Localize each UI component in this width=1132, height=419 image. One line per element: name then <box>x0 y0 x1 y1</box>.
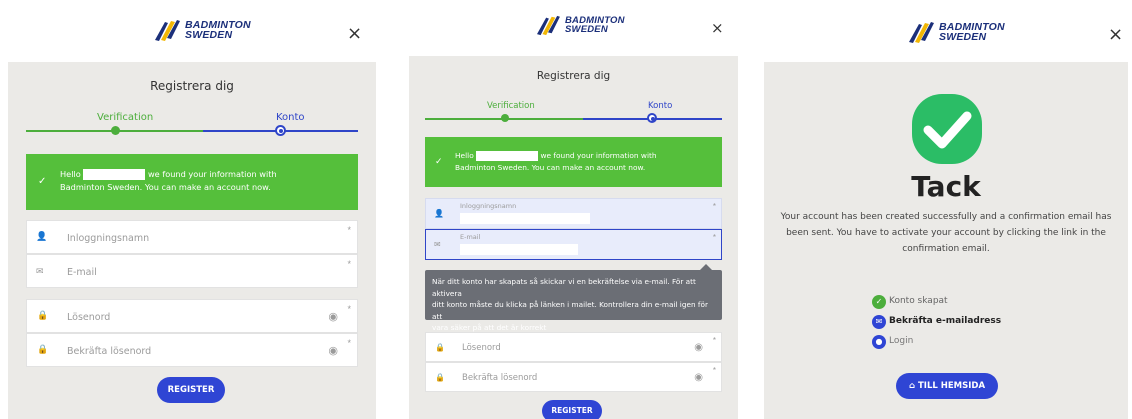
message-line2: been sent. You have to activate your acc… <box>786 228 1106 238</box>
required-marker: * <box>712 336 716 345</box>
confirmation-message: Your account has been created successful… <box>774 209 1118 257</box>
modal-header: BADMINTON SWEDEN × <box>764 6 1128 62</box>
brand-line2: SWEDEN <box>565 24 608 35</box>
register-button[interactable]: REGISTER <box>157 377 225 403</box>
alert-text-line2: Badminton Sweden. You can make an accoun… <box>455 163 646 172</box>
close-icon[interactable]: × <box>1108 26 1123 44</box>
register-button[interactable]: REGISTER <box>542 400 602 419</box>
success-check-icon <box>912 94 982 164</box>
badminton-logo-icon <box>909 22 934 43</box>
lock-icon: 🔒 <box>435 373 445 382</box>
brand-logo: BADMINTON SWEDEN <box>907 20 1005 44</box>
password-placeholder: Lösenord <box>462 343 501 353</box>
found-info-alert: ✓ Hello we found your information with B… <box>425 137 722 187</box>
email-field[interactable]: ✉ E-mail * <box>26 254 358 288</box>
message-line3: confirmation email. <box>902 244 990 254</box>
username-value-redacted <box>460 213 590 224</box>
required-marker: * <box>712 366 716 375</box>
check-icon: ✓ <box>435 157 443 167</box>
email-value-redacted <box>460 244 578 255</box>
close-icon[interactable]: × <box>347 25 362 43</box>
email-label: E-mail <box>460 233 481 241</box>
check-icon: ✓ <box>872 295 886 309</box>
brand-line2: SWEDEN <box>939 31 987 43</box>
checklist-label: Konto skapat <box>889 296 948 306</box>
badminton-logo-icon <box>537 15 560 36</box>
email-icon: ✉ <box>36 267 44 277</box>
alert-text-line2: Badminton Sweden. You can make an accoun… <box>60 182 271 192</box>
check-icon: ✓ <box>38 176 47 187</box>
home-button[interactable]: ⌂ TILL HEMSIDA <box>896 373 998 399</box>
user-icon: ● <box>872 335 886 349</box>
user-icon: 👤 <box>434 209 444 218</box>
modal-header: BADMINTON SWEDEN × <box>409 6 738 56</box>
email-icon: ✉ <box>872 315 886 329</box>
alert-hello: Hello <box>60 169 81 179</box>
close-icon[interactable]: × <box>711 19 724 37</box>
required-marker: * <box>347 304 351 314</box>
checklist-label: Login <box>889 336 914 346</box>
thank-you-heading: Tack <box>911 170 981 203</box>
checklist-label: Bekräfta e-mailadress <box>889 316 1002 326</box>
brand-line2: SWEDEN <box>185 29 233 41</box>
brand-logo: BADMINTON SWEDEN <box>535 14 625 36</box>
confirm-password-field[interactable]: 🔒 Bekräfta lösenord ◉ * <box>425 362 722 392</box>
home-button-label: TILL HEMSIDA <box>918 381 986 391</box>
step-verification-dot <box>501 114 509 122</box>
confirm-password-field[interactable]: 🔒 Bekräfta lösenord ◉ * <box>26 333 358 367</box>
lock-icon: 🔒 <box>37 345 49 355</box>
confirm-password-placeholder: Bekräfta lösenord <box>67 346 152 357</box>
tooltip-line1: När ditt konto har skapats så skickar vi… <box>432 277 696 298</box>
step-verification-label[interactable]: Verification <box>97 112 153 123</box>
username-label: Inloggningsnamn <box>460 202 517 210</box>
eye-icon[interactable]: ◉ <box>694 372 703 383</box>
eye-icon[interactable]: ◉ <box>328 344 338 357</box>
username-placeholder: Inloggningsnamn <box>67 233 150 244</box>
registration-panel-step2: BADMINTON SWEDEN × Registrera dig Verific… <box>409 6 738 419</box>
username-field[interactable]: 👤 Inloggningsnamn * <box>425 198 722 229</box>
step-konto-dot <box>647 113 657 123</box>
lock-icon: 🔒 <box>37 311 49 321</box>
user-icon: 👤 <box>36 232 48 242</box>
step-verification-label[interactable]: Verification <box>487 101 535 111</box>
registration-panel-step1: BADMINTON SWEDEN × Registrera dig Verific… <box>8 6 376 419</box>
password-field[interactable]: 🔒 Lösenord ◉ * <box>26 299 358 333</box>
brand-logo: BADMINTON SWEDEN <box>153 18 251 42</box>
required-marker: * <box>712 233 716 242</box>
redacted-name <box>476 151 539 161</box>
required-marker: * <box>347 259 351 269</box>
alert-hello: Hello <box>455 151 474 160</box>
password-field[interactable]: 🔒 Lösenord ◉ * <box>425 332 722 362</box>
redacted-name <box>83 169 146 180</box>
required-marker: * <box>347 225 351 235</box>
page-title: Registrera dig <box>150 79 234 93</box>
required-marker: * <box>712 202 716 211</box>
email-placeholder: E-mail <box>67 267 97 278</box>
page-title: Registrera dig <box>536 70 611 82</box>
alert-text: we found your information with <box>540 151 657 160</box>
confirmation-panel: BADMINTON SWEDEN × Tack Your account has … <box>764 6 1128 419</box>
message-line1: Your account has been created successful… <box>780 212 1112 222</box>
step-konto-dot <box>275 125 286 136</box>
step-konto-label[interactable]: Konto <box>648 101 672 111</box>
email-info-tooltip: När ditt konto har skapats så skickar vi… <box>425 264 722 332</box>
modal-header: BADMINTON SWEDEN × <box>8 6 376 62</box>
lock-icon: 🔒 <box>435 343 445 352</box>
username-field[interactable]: 👤 Inloggningsnamn * <box>26 220 358 254</box>
eye-icon[interactable]: ◉ <box>328 310 338 323</box>
email-field[interactable]: ✉ E-mail * <box>425 229 722 260</box>
home-icon: ⌂ <box>908 381 916 391</box>
step-konto-label[interactable]: Konto <box>276 112 305 123</box>
status-checklist: ✓ Konto skapat ✉ Bekräfta e-mailadress ●… <box>872 294 1072 354</box>
tooltip-line2: ditt konto måste du klicka på länken i m… <box>432 300 708 321</box>
badminton-logo-icon <box>155 20 180 41</box>
eye-icon[interactable]: ◉ <box>694 342 703 353</box>
password-placeholder: Lösenord <box>67 312 111 323</box>
required-marker: * <box>347 338 351 348</box>
step-verification-dot <box>111 126 120 135</box>
alert-text: we found your information with <box>147 169 277 179</box>
email-icon: ✉ <box>434 240 441 249</box>
confirm-password-placeholder: Bekräfta lösenord <box>462 373 538 383</box>
found-info-alert: ✓ Hello we found your information with B… <box>26 154 358 210</box>
